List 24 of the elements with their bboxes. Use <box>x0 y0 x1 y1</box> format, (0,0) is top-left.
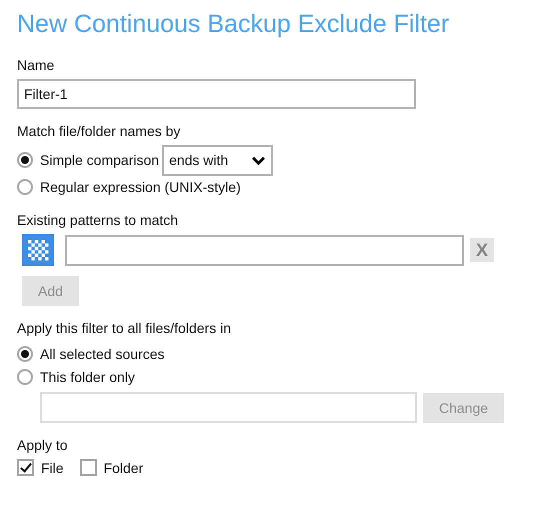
field-label: Apply this filter to all files/folders in <box>17 320 232 336</box>
radio-label: All selected sources <box>40 346 165 362</box>
comparison-dropdown[interactable]: ends with <box>162 144 274 176</box>
radio-button[interactable] <box>17 152 33 168</box>
field-label: Match file/folder names by <box>17 123 182 139</box>
dialog-title: New Continuous Backup Exclude Filter <box>17 10 450 39</box>
checker-pattern-icon <box>22 234 54 266</box>
checkbox[interactable] <box>80 459 97 476</box>
radio-button[interactable] <box>17 368 33 384</box>
chevron-down-icon <box>252 156 266 164</box>
checkbox-label: Folder <box>104 460 144 476</box>
field-label: Existing patterns to match <box>17 212 180 228</box>
name-field[interactable]: Filter-1 <box>17 79 416 109</box>
radio-button[interactable] <box>17 346 33 362</box>
radio-label: Regular expression (UNIX-style) <box>40 178 241 194</box>
field-label: Apply to <box>17 437 69 453</box>
pattern-field[interactable] <box>65 234 464 266</box>
checkbox[interactable] <box>17 459 34 476</box>
checkbox-label: File <box>41 460 64 476</box>
folder-field[interactable] <box>40 392 417 423</box>
radio-label: This folder only <box>40 368 135 384</box>
radio-label: Simple comparison <box>40 152 160 168</box>
field-label: Name <box>17 57 56 73</box>
radio-button[interactable] <box>17 178 33 194</box>
